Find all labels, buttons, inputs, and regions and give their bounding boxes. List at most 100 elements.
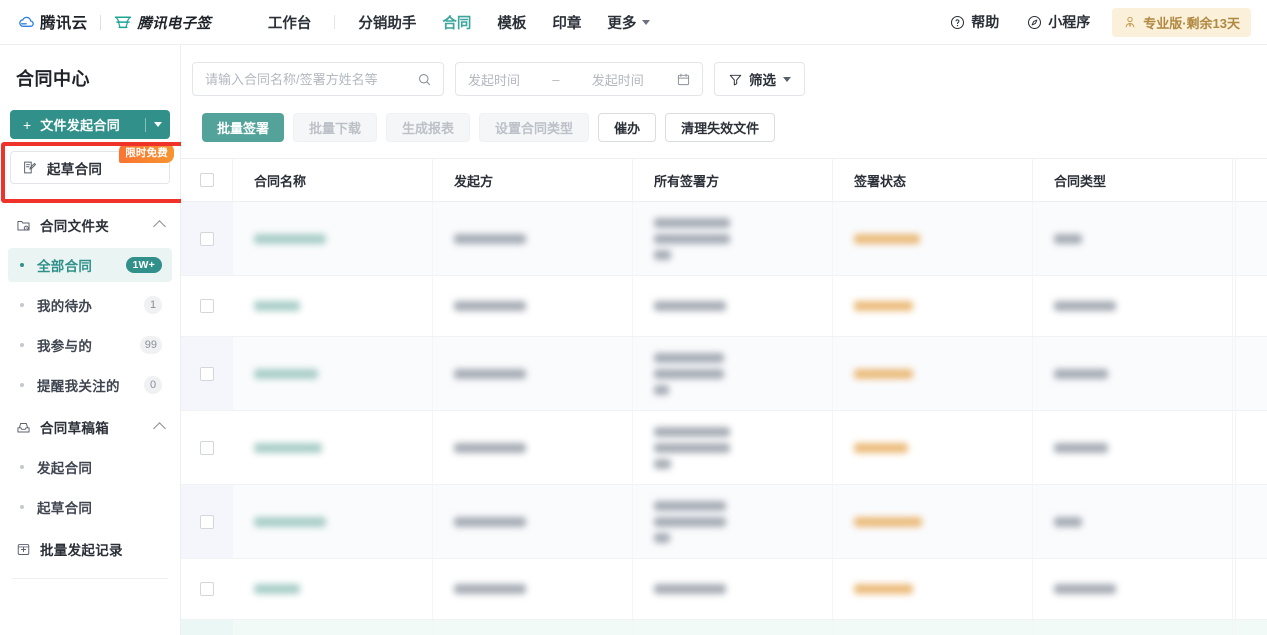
sidebar-item-label: 起草合同 (37, 501, 93, 516)
nav-item-distribution[interactable]: 分销助手 (345, 0, 429, 45)
pro-version-badge[interactable]: 专业版·剩余13天 (1112, 7, 1251, 37)
row-checkbox[interactable] (200, 231, 214, 246)
row-checkbox[interactable] (200, 366, 214, 381)
date-end-placeholder[interactable]: 发起时间 (592, 70, 644, 89)
row-actions-cell[interactable] (1233, 485, 1267, 558)
chevron-down-icon (783, 76, 791, 82)
redacted-cell-content (454, 231, 526, 247)
urge-button[interactable]: 催办 (598, 113, 657, 142)
sidebar-group-draft-box[interactable]: 合同草稿箱 (0, 410, 180, 444)
miniprogram-button[interactable]: 小程序 (1013, 12, 1104, 32)
draft-box-icon (17, 422, 30, 432)
nav-item-contract[interactable]: 合同 (429, 0, 484, 45)
initiator-cell (433, 620, 633, 635)
row-checkbox[interactable] (200, 582, 214, 596)
tencent-esign-logo[interactable]: 腾讯电子签 (114, 12, 211, 33)
sidebar-group-contract-folder[interactable]: 合同文件夹 (0, 208, 180, 242)
plus-icon: + (23, 116, 32, 133)
sidebar-item-batch-record[interactable]: 批量发起记录 (0, 532, 180, 566)
action-label: 催办 (614, 121, 641, 136)
table-row[interactable] (181, 411, 1267, 485)
column-header-all-signers[interactable]: 所有签署方 (633, 158, 833, 202)
table-row[interactable] (181, 485, 1267, 559)
column-header-initiator[interactable]: 发起方 (433, 158, 633, 202)
table-row[interactable] (181, 559, 1267, 620)
table-row[interactable] (181, 202, 1267, 276)
tencent-cloud-logo[interactable]: 腾讯云 (16, 11, 87, 33)
row-checkbox[interactable] (200, 299, 214, 313)
create-contract-from-file-button[interactable]: + 文件发起合同 (10, 110, 170, 139)
bullet-icon (20, 505, 24, 509)
table-row[interactable] (181, 620, 1267, 635)
row-actions-cell[interactable] (1233, 202, 1267, 275)
date-range-picker[interactable]: 发起时间 – 发起时间 (455, 62, 703, 96)
redacted-cell-content (654, 581, 726, 597)
date-start-placeholder[interactable]: 发起时间 (456, 70, 520, 89)
column-header-actions (1233, 158, 1267, 202)
redacted-cell-content (1054, 440, 1108, 456)
sidebar-item-all-contracts[interactable]: 全部合同 1W+ (8, 248, 172, 282)
redacted-text (1054, 442, 1108, 453)
sign-status-cell (833, 202, 1033, 275)
sidebar-item-my-involved[interactable]: 我参与的 99 (8, 328, 172, 362)
search-icon[interactable] (417, 72, 432, 87)
search-box[interactable] (192, 62, 444, 96)
edit-document-icon (24, 161, 36, 174)
redacted-cell-content (654, 424, 730, 472)
create-contract-dropdown[interactable] (146, 122, 170, 127)
initiator-cell (433, 337, 633, 410)
sidebar-nav: 合同文件夹 全部合同 1W+ 我的待办 1 我参与的 99 提醒我关注的 0 合… (0, 208, 180, 579)
filter-button[interactable]: 筛选 (714, 62, 805, 96)
calendar-icon[interactable] (676, 72, 691, 87)
redacted-text (854, 301, 913, 311)
column-header-contract-type[interactable]: 合同类型 (1033, 158, 1233, 202)
table-row[interactable] (181, 337, 1267, 411)
nav-divider (334, 15, 336, 29)
row-checkbox[interactable] (200, 514, 214, 529)
bullet-icon (20, 303, 24, 307)
column-header-contract-name[interactable]: 合同名称 (233, 158, 433, 202)
row-checkbox-cell (181, 620, 233, 635)
column-header-sign-status[interactable]: 签署状态 (833, 158, 1033, 202)
row-actions-cell[interactable] (1233, 620, 1267, 635)
redacted-cell-content (254, 231, 326, 247)
sign-status-cell (833, 559, 1033, 619)
redacted-text (654, 217, 730, 228)
redacted-cell-content (854, 231, 920, 247)
chevron-up-icon (153, 220, 166, 233)
search-input[interactable] (193, 71, 406, 87)
contract-name-cell (233, 620, 433, 635)
all-signers-cell (633, 559, 833, 619)
redacted-text (454, 233, 526, 244)
help-label: 帮助 (971, 14, 1000, 30)
redacted-text (454, 584, 526, 594)
select-all-checkbox[interactable] (199, 173, 214, 187)
nav-item-more[interactable]: 更多 (594, 0, 663, 45)
help-button[interactable]: 帮助 (936, 12, 1013, 32)
batch-sign-button[interactable]: 批量签署 (202, 113, 285, 142)
row-checkbox[interactable] (200, 440, 214, 455)
sidebar-item-initiate-contract[interactable]: 发起合同 (8, 450, 172, 484)
row-actions-cell[interactable] (1233, 337, 1267, 410)
nav-item-workbench[interactable]: 工作台 (255, 0, 325, 45)
action-label: 清理失效文件 (681, 121, 760, 136)
compass-icon (1028, 15, 1042, 29)
pro-badge-label: 专业版·剩余13天 (1143, 15, 1240, 31)
row-actions-cell[interactable] (1233, 276, 1267, 336)
sign-status-cell (833, 620, 1033, 635)
question-circle-icon (951, 15, 965, 29)
involved-count-badge: 99 (139, 336, 162, 354)
contract-type-cell (1033, 202, 1233, 275)
sidebar-item-draft-contract[interactable]: 起草合同 (8, 490, 172, 524)
row-checkbox-cell (181, 559, 233, 619)
sidebar-item-remind-me[interactable]: 提醒我关注的 0 (8, 368, 172, 402)
clear-invalid-files-button[interactable]: 清理失效文件 (665, 113, 776, 142)
nav-item-seal[interactable]: 印章 (539, 0, 594, 45)
sidebar-item-my-todo[interactable]: 我的待办 1 (8, 288, 172, 322)
sidebar-item-label: 我的待办 (37, 299, 93, 314)
row-actions-cell[interactable] (1233, 411, 1267, 484)
row-actions-cell[interactable] (1233, 559, 1267, 619)
initiator-cell (433, 411, 633, 484)
table-row[interactable] (181, 276, 1267, 337)
nav-item-template[interactable]: 模板 (484, 0, 539, 45)
